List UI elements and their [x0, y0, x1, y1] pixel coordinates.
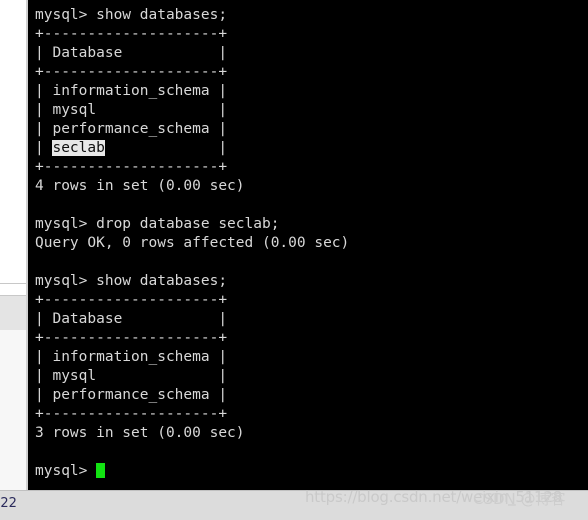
terminal-output-area[interactable]: mysql> show databases; +-----------------… [28, 0, 588, 490]
terminal-line-blank-3 [35, 443, 588, 462]
gutter-selected-item[interactable] [0, 296, 26, 330]
terminal-line-blank-2 [35, 253, 588, 272]
terminal-line-table2-row-information-schema: | information_schema | [35, 349, 228, 365]
line-prefix: | [35, 140, 53, 156]
left-gutter [0, 0, 28, 490]
terminal-line-result-query-ok: Query OK, 0 rows affected (0.00 sec) [35, 235, 350, 251]
terminal-line-table1-bottom-border: +--------------------+ [35, 159, 228, 175]
gutter-bottom-panel [0, 330, 26, 490]
terminal-line-blank-1 [35, 196, 588, 215]
status-bar-text: :22 [0, 496, 17, 511]
terminal-line-table2-top-border: +--------------------+ [35, 292, 228, 308]
selected-text[interactable]: seclab [52, 140, 105, 156]
terminal-line-table2-row-performance-schema: | performance_schema | [35, 387, 228, 403]
terminal-line-result1-rows: 4 rows in set (0.00 sec) [35, 178, 245, 194]
terminal-line-table2-row-mysql: | mysql | [35, 368, 228, 384]
terminal-line-table1-row-seclab: | seclab | [35, 139, 588, 158]
terminal-prompt-line[interactable]: mysql> [35, 462, 588, 481]
text-cursor [96, 463, 106, 478]
gutter-middle-panel [0, 284, 26, 295]
status-bar: :22 [0, 490, 588, 520]
prompt-label: mysql> [35, 463, 97, 479]
gutter-top-panel [0, 0, 28, 283]
terminal-line-table2-header: | Database | [35, 311, 228, 327]
terminal-line-cmd-drop-database: mysql> drop database seclab; [35, 216, 280, 232]
terminal-line-result2-rows: 3 rows in set (0.00 sec) [35, 425, 245, 441]
terminal-line-table1-header: | Database | [35, 45, 228, 61]
terminal-lines: mysql> show databases; +-----------------… [28, 0, 588, 481]
terminal-line-cmd-show-databases-2: mysql> show databases; [35, 273, 228, 289]
line-suffix: | [104, 140, 228, 156]
terminal-line-table1-top-border: +--------------------+ [35, 26, 228, 42]
terminal-window: mysql> show databases; +-----------------… [0, 0, 588, 520]
terminal-line-table1-header-border: +--------------------+ [35, 64, 228, 80]
terminal-line-table1-row-performance-schema: | performance_schema | [35, 121, 228, 137]
terminal-line-table1-row-information-schema: | information_schema | [35, 83, 228, 99]
terminal-line-table2-bottom-border: +--------------------+ [35, 406, 228, 422]
terminal-line-table2-header-border: +--------------------+ [35, 330, 228, 346]
terminal-line-table1-row-mysql: | mysql | [35, 102, 228, 118]
terminal-line-cmd-show-databases-1: mysql> show databases; [35, 7, 228, 23]
